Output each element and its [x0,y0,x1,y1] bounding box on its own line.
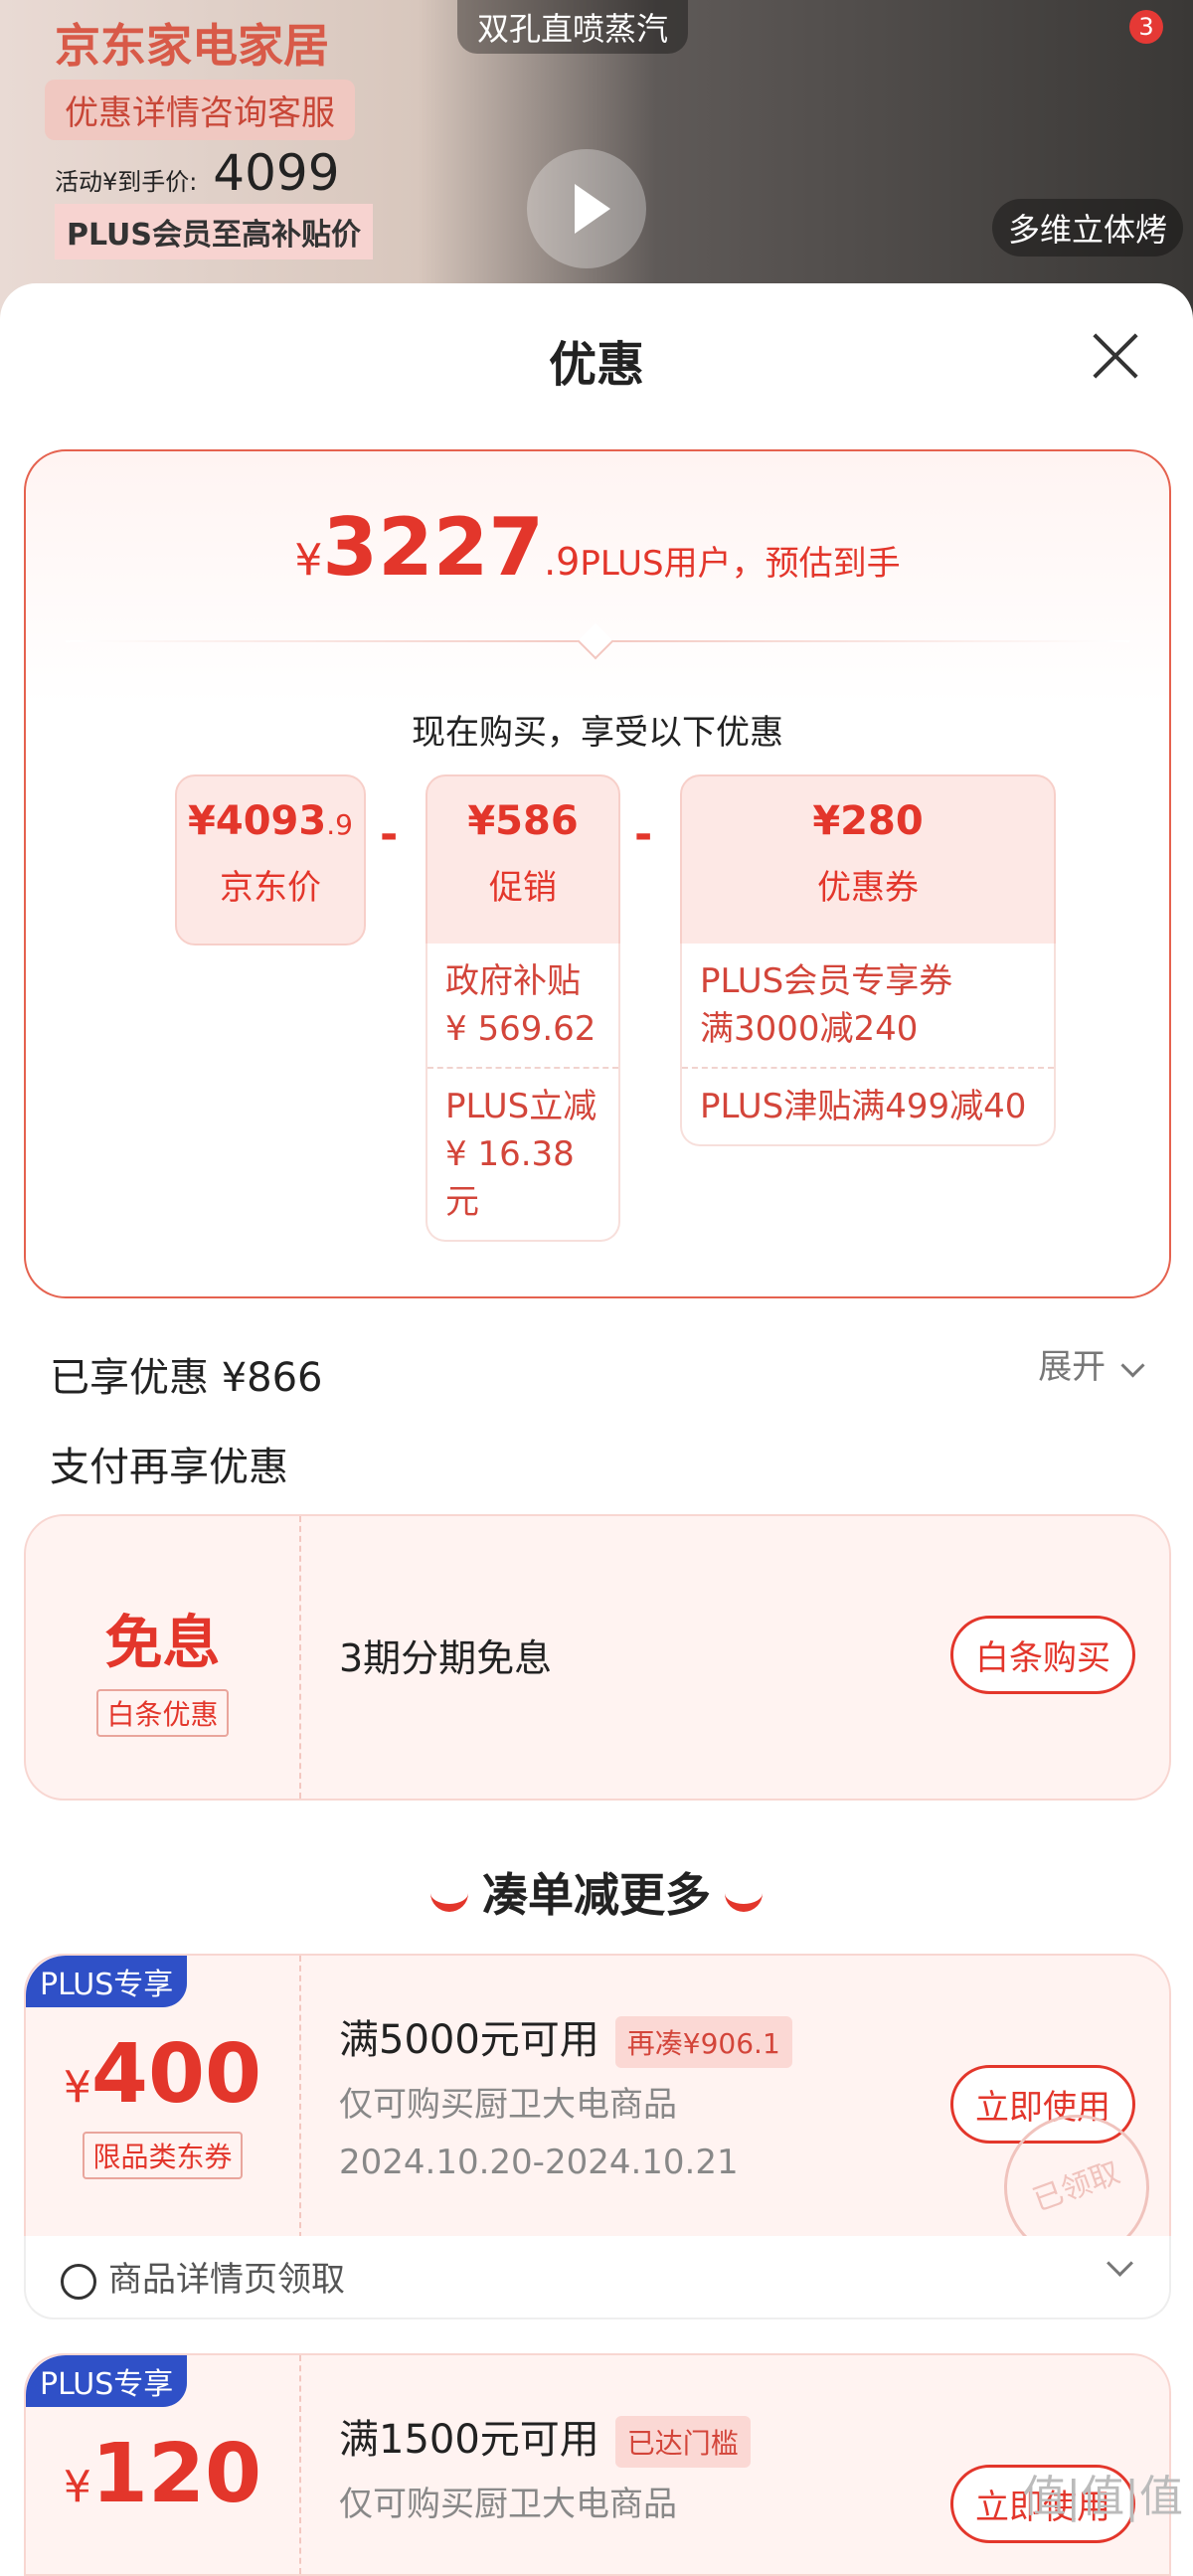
installment-text: 3期分期免息 [339,1636,553,1680]
interest-free-label: 免息 [104,1609,221,1676]
image-count-badge: 3 [1129,10,1163,44]
minus-sign: - [634,809,653,860]
pay-again-title: 支付再享优惠 [50,1445,288,1490]
coupon-condition: 满5000元可用 再凑¥906.1 [339,2007,792,2068]
coupon-left: ¥400 限品类东券 [26,1956,301,2238]
coupon-card: PLUS专享 ¥120 满1500元可用 已达门槛 仅可购买厨卫大电商品 立即使用 [24,2353,1171,2576]
steam-label: 双孔直喷蒸汽 [457,0,689,54]
play-icon[interactable] [527,149,646,268]
baitiao-buy-button[interactable]: 白条购买 [950,1616,1135,1694]
discount-sheet: 优惠 ¥3227.9PLUS用户，预估到手 现在购买，享受以下优惠 ¥4093.… [0,283,1193,2576]
installment-card: 免息 白条优惠 3期分期免息 白条购买 [24,1514,1171,1801]
coupon-box: ¥280 优惠券 [680,774,1056,945]
coupon-condition: 满1500元可用 已达门槛 [339,2407,751,2468]
buy-now-hint: 现在购买，享受以下优惠 [412,713,783,753]
plus-note: PLUS会员至高补贴价 [55,204,374,259]
smile-icon [725,1886,763,1912]
coupon-amount: ¥400 [63,2027,262,2122]
coupon-amount: ¥120 [63,2427,262,2521]
coupon-source: 商品详情页领取 [61,2252,345,2301]
coupon-date: 2024.10.20-2024.10.21 [339,2143,739,2182]
coupon-source-icon [61,2263,96,2300]
product-background: 京东家电家居 优惠详情咨询客服 活动¥到手价: 4099 PLUS会员至高补贴价… [0,0,1193,328]
multi-label: 多维立体烤 [991,199,1183,257]
chevron-down-icon [1120,1353,1145,1378]
brand-banner: 京东家电家居 [55,19,329,73]
coupon-category-tag: 限品类东券 [83,2132,243,2179]
watermark: 值|值|值 [1022,2472,1183,2522]
promo-item-gov: 政府补贴 ¥ 569.62 [445,961,596,1049]
more-discount-title: 凑单减更多 [0,1859,1193,1925]
service-chip: 优惠详情咨询客服 [45,80,355,140]
coupon-item-jintie: PLUS津贴满499减40 [682,1067,1054,1144]
coupon-pill: 再凑¥906.1 [614,2016,792,2068]
coupon-scope: 仅可购买厨卫大电商品 [339,2485,677,2524]
coupon-source-bar[interactable]: 商品详情页领取 [24,2236,1171,2319]
coupon-details: PLUS会员专享券 满3000减240 PLUS津贴满499减40 [680,944,1056,1146]
jd-price-box: ¥4093.9 京东价 [175,774,366,945]
chevron-down-icon[interactable] [1107,2250,1133,2277]
estimated-price: ¥3227.9PLUS用户，预估到手 [294,501,901,594]
coupon-scope: 仅可购买厨卫大电商品 [339,2085,677,2125]
coupon-item-plus: PLUS会员专享券 满3000减240 [700,961,953,1049]
promo-item-plus: PLUS立减 ¥ 16.38元 [427,1067,618,1240]
divider-notch [577,622,614,660]
price-calculation-panel: ¥3227.9PLUS用户，预估到手 现在购买，享受以下优惠 ¥4093.9 京… [24,449,1171,1298]
enjoyed-discount: 已享优惠 ¥866 [50,1355,323,1401]
coupon-left: ¥120 [26,2355,301,2574]
baitiao-tag: 白条优惠 [96,1689,229,1737]
installment-left: 免息 白条优惠 [26,1516,301,1799]
coupon-pill: 已达门槛 [614,2416,751,2468]
close-icon[interactable] [1088,328,1143,384]
promo-details: 政府补贴 ¥ 569.62 PLUS立减 ¥ 16.38元 [426,944,620,1242]
minus-sign: - [380,809,399,860]
promo-box: ¥586 促销 [426,774,620,945]
activity-price: 活动¥到手价: 4099 [55,144,340,202]
sheet-title: 优惠 [548,337,644,393]
smile-icon [430,1886,468,1912]
coupon-card: PLUS专享 ¥400 限品类东券 满5000元可用 再凑¥906.1 仅可购买厨… [24,1954,1171,2281]
expand-button[interactable]: 展开 [1038,1339,1145,1388]
